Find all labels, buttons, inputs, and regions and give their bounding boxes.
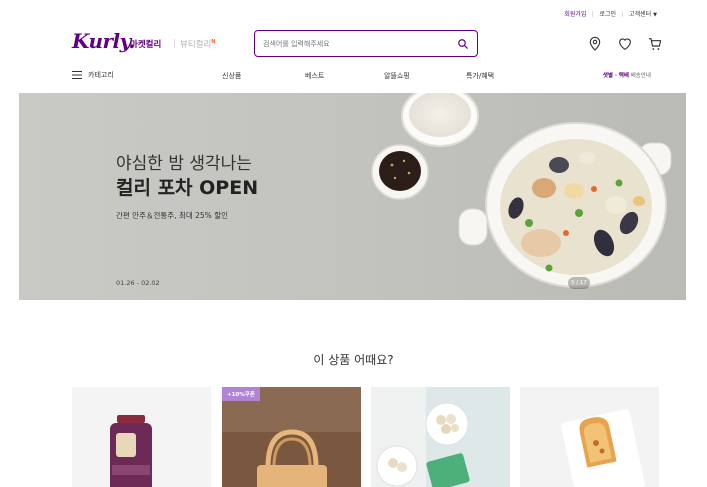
beauty-tab-label: 뷰티컬리 — [180, 40, 212, 50]
banner-date: 01.26 - 02.02 — [116, 279, 160, 287]
product-image-dumplings — [371, 387, 510, 487]
kurly-logo[interactable]: Kurly. — [72, 29, 135, 53]
main-nav: 카테고리 신상품 베스트 알뜰쇼핑 특가/혜택 샛별 · 택배 배송안내 — [0, 66, 707, 88]
heart-icon[interactable] — [617, 36, 633, 52]
signup-link[interactable]: 회원가입 — [564, 9, 586, 18]
product-image-toast — [520, 387, 659, 487]
product-card[interactable] — [72, 387, 211, 487]
nav-best[interactable]: 베스트 — [305, 71, 324, 81]
customer-service-link[interactable]: 고객센터 ▼ — [629, 9, 657, 18]
delivery-highlight: 샛별 · 택배 — [602, 73, 629, 79]
tab-beauty-kurly[interactable]: 뷰티컬리N — [180, 38, 215, 50]
product-card[interactable] — [520, 387, 659, 487]
product-card[interactable]: +10%쿠폰 — [222, 387, 361, 487]
divider — [592, 10, 594, 17]
new-badge: N — [211, 39, 216, 46]
divider — [174, 39, 175, 48]
section-title: 이 상품 어때요? — [313, 353, 394, 367]
logo-text: Kurly — [72, 29, 129, 53]
customer-service-label: 고객센터 — [629, 11, 652, 18]
divider — [622, 10, 624, 17]
banner-pager: 5 / 17 — [568, 277, 590, 289]
search-icon[interactable] — [457, 38, 469, 50]
category-menu[interactable]: 카테고리 — [72, 70, 114, 80]
header-icons — [587, 36, 663, 52]
banner-headline-2: 컬리 포차 OPEN — [116, 177, 259, 199]
tab-market-kurly[interactable]: 마켓컬리 — [130, 38, 161, 50]
header: Kurly. 마켓컬리 뷰티컬리N — [0, 26, 707, 62]
hamburger-icon — [72, 71, 82, 79]
cart-icon[interactable] — [647, 36, 663, 52]
product-image-juice — [72, 387, 211, 487]
login-link[interactable]: 로그인 — [599, 9, 616, 18]
banner-headline-1: 야심한 밤 생각나는 — [116, 154, 252, 174]
caret-down-icon: ▼ — [653, 12, 657, 18]
nav-special-offers[interactable]: 특가/혜택 — [466, 71, 494, 81]
delivery-info-link[interactable]: 샛별 · 택배 배송안내 — [603, 71, 651, 79]
main-banner[interactable]: 야심한 밤 생각나는 컬리 포차 OPEN 간편 안주＆전통주, 최대 25% … — [19, 93, 686, 300]
search-input[interactable] — [263, 39, 457, 48]
nav-new-products[interactable]: 신상품 — [222, 71, 241, 81]
coupon-badge: +10%쿠폰 — [222, 387, 260, 401]
location-pin-icon[interactable] — [587, 36, 603, 52]
product-image-basket — [222, 387, 361, 487]
search-box — [254, 30, 478, 57]
nav-bargain[interactable]: 알뜰쇼핑 — [384, 71, 410, 81]
category-label: 카테고리 — [88, 71, 114, 79]
utility-bar: 회원가입 로그인 고객센터 ▼ — [564, 9, 657, 18]
delivery-suffix: 배송안내 — [630, 73, 651, 79]
product-card[interactable] — [371, 387, 510, 487]
banner-subtext: 간편 안주＆전통주, 최대 25% 할인 — [116, 211, 228, 220]
